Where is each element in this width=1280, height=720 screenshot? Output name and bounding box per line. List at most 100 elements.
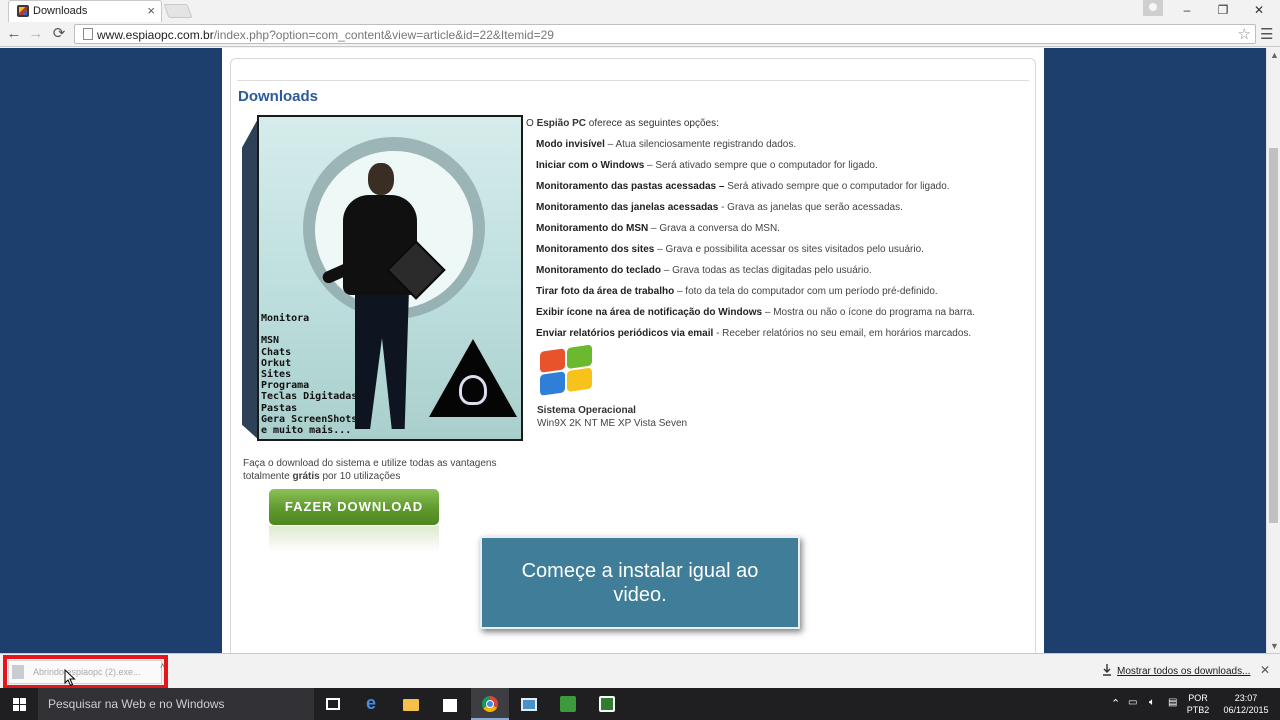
option-name: Modo invisível: [536, 139, 605, 150]
option-description: – Grava todas as teclas digitadas pelo u…: [661, 265, 872, 276]
scrollbar-thumb[interactable]: [1269, 148, 1278, 523]
language-code: POR: [1188, 693, 1208, 703]
user-profile-icon[interactable]: [1143, 0, 1163, 16]
product-box-image: Monitora MSN Chats Orkut Sites Programa …: [242, 115, 524, 441]
back-button[interactable]: ←: [5, 25, 23, 43]
option-item: Enviar relatórios periódicos via email -…: [536, 328, 971, 339]
figure-legs: [355, 289, 409, 429]
search-placeholder: Pesquisar na Web e no Windows: [48, 697, 225, 711]
scroll-up-arrow-icon[interactable]: ▲: [1270, 50, 1279, 60]
app-window-icon[interactable]: [510, 688, 548, 720]
option-item: Exibir ícone na área de notificação do W…: [536, 307, 975, 318]
download-arrow-icon: [1103, 664, 1111, 676]
logo-red: [540, 348, 565, 373]
clock[interactable]: 23:07 06/12/2015: [1218, 692, 1274, 716]
site-favicon-icon: [17, 5, 29, 17]
file-explorer-icon[interactable]: [392, 688, 430, 720]
option-item: Tirar foto da área de trabalho – foto da…: [536, 286, 938, 297]
option-name: Exibir ícone na área de notificação do W…: [536, 307, 763, 318]
download-text-line-2: totalmente grátis por 10 utilizações: [243, 471, 497, 484]
reload-button[interactable]: ⟳: [50, 25, 68, 43]
flame-icon: [459, 375, 487, 405]
os-list: Win9X 2K NT ME XP Vista Seven: [537, 418, 688, 429]
option-name: Iniciar com o Windows: [536, 160, 645, 171]
restore-button[interactable]: ❐: [1205, 1, 1241, 19]
chrome-icon[interactable]: [471, 688, 509, 720]
download-text-line-1: Faça o download do sistema e utilize tod…: [243, 458, 497, 469]
intro-prefix: O: [526, 118, 537, 129]
browser-toolbar: ← → ⟳ www.espiaopc.com.br/index.php?opti…: [0, 22, 1280, 47]
download-button-reflection: [269, 526, 439, 552]
download-button[interactable]: FAZER DOWNLOAD: [269, 489, 439, 525]
edge-icon[interactable]: e: [354, 688, 392, 720]
divider: [237, 80, 1029, 81]
intro-text: O Espião PC oferece as seguintes opções:: [526, 118, 719, 129]
url-host: www.espiaopc.com.br: [97, 28, 214, 42]
forward-button[interactable]: →: [27, 25, 45, 43]
download-shelf: Abrindo espiaopc (2).exe... ˄ Mostrar to…: [0, 653, 1280, 688]
option-description: – Grava a conversa do MSN.: [648, 223, 780, 234]
download-text-suffix: por 10 utilizações: [319, 470, 401, 482]
show-all-downloads-link[interactable]: Mostrar todos os downloads...: [1117, 666, 1250, 677]
option-name: Enviar relatórios periódicos via email: [536, 328, 714, 339]
url-text: www.espiaopc.com.br/index.php?option=com…: [97, 28, 554, 42]
option-description: – Atua silenciosamente registrando dados…: [604, 139, 797, 150]
option-name: Monitoramento das janelas acessadas: [536, 202, 719, 213]
red-highlight-box: [3, 655, 168, 689]
chrome-menu-icon[interactable]: ☰: [1260, 25, 1273, 43]
network-icon[interactable]: ▭: [1128, 697, 1137, 708]
option-description: - Grava as janelas que serão acessadas.: [718, 202, 903, 213]
address-bar[interactable]: www.espiaopc.com.br/index.php?option=com…: [74, 24, 1256, 44]
option-name: Tirar foto da área de trabalho: [536, 286, 675, 297]
tab-downloads[interactable]: Downloads ×: [8, 0, 162, 22]
camtasia-icon[interactable]: [549, 688, 587, 720]
tab-close-icon[interactable]: ×: [147, 3, 155, 18]
notification-icon[interactable]: ▤: [1168, 697, 1177, 708]
intro-suffix: oferece as seguintes opções:: [586, 118, 719, 129]
box-feature-list: Monitora MSN Chats Orkut Sites Programa …: [261, 313, 358, 437]
input-language[interactable]: POR PTB2: [1184, 692, 1212, 716]
start-button[interactable]: [0, 688, 38, 720]
vertical-scrollbar[interactable]: ▲ ▼: [1266, 48, 1280, 653]
option-description: - Receber relatórios no seu email, em ho…: [713, 328, 972, 339]
option-item: Monitoramento das pastas acessadas – Ser…: [536, 181, 950, 192]
taskbar-search-box[interactable]: Pesquisar na Web e no Windows: [38, 688, 314, 720]
new-tab-button[interactable]: [163, 4, 193, 18]
option-description: Será ativado sempre que o computador for…: [724, 181, 950, 192]
clock-time: 23:07: [1234, 693, 1258, 703]
close-window-button[interactable]: ✕: [1241, 1, 1277, 19]
logo-blue: [540, 371, 565, 396]
figure-head: [368, 163, 394, 195]
option-item: Modo invisível – Atua silenciosamente re…: [536, 139, 796, 150]
keyboard-layout: PTB2: [1186, 705, 1210, 715]
mouse-cursor-icon: [64, 669, 76, 687]
logo-yellow: [567, 367, 592, 392]
camtasia-recorder-icon[interactable]: [588, 688, 626, 720]
bookmark-star-icon[interactable]: ☆: [1238, 25, 1251, 43]
option-item: Monitoramento do MSN – Grava a conversa …: [536, 223, 780, 234]
store-icon[interactable]: [431, 688, 469, 720]
os-title: Sistema Operacional: [537, 405, 636, 416]
download-text-bold: grátis: [292, 470, 320, 482]
tab-title: Downloads: [33, 5, 88, 17]
logo-green: [567, 344, 592, 369]
option-description: – Será ativado sempre que o computador f…: [644, 160, 878, 171]
shelf-close-icon[interactable]: ✕: [1260, 663, 1270, 677]
screen: Downloads × – ❐ ✕ ← → ⟳ www.espiaopc.com…: [0, 0, 1280, 720]
option-item: Monitoramento dos sites – Grava e possib…: [536, 244, 924, 255]
url-path: /index.php?option=com_content&view=artic…: [213, 28, 554, 42]
scroll-down-arrow-icon[interactable]: ▼: [1270, 641, 1279, 651]
tray-expand-icon[interactable]: ⌃: [1111, 697, 1120, 710]
volume-icon[interactable]: 🔈︎: [1149, 697, 1155, 708]
windows-taskbar: Pesquisar na Web e no Windows e ⌃ ▭ 🔈︎ ▤…: [0, 688, 1280, 720]
download-text-prefix: totalmente: [243, 470, 293, 482]
option-name: Monitoramento das pastas acessadas –: [536, 181, 725, 192]
minimize-button[interactable]: –: [1169, 1, 1205, 19]
tab-strip: Downloads × – ❐ ✕: [0, 0, 1280, 22]
option-item: Iniciar com o Windows – Será ativado sem…: [536, 160, 878, 171]
task-view-icon[interactable]: [314, 688, 352, 720]
video-annotation: Começe a instalar igual ao video.: [480, 536, 800, 629]
page-icon: [83, 28, 93, 40]
option-name: Monitoramento dos sites: [536, 244, 655, 255]
download-description: Faça o download do sistema e utilize tod…: [243, 458, 497, 483]
